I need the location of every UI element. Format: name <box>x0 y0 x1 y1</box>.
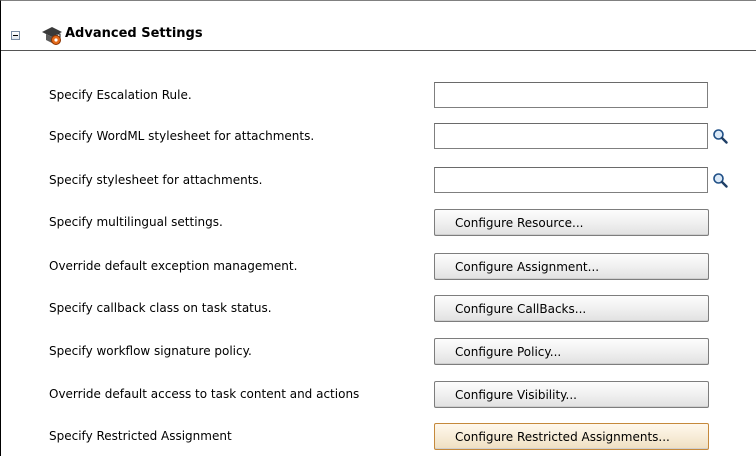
collapse-toggle-icon[interactable] <box>11 31 20 40</box>
escalation-rule-label: Specify Escalation Rule. <box>49 88 192 102</box>
settings-cap-icon <box>42 27 62 45</box>
restricted-assignment-row: Specify Restricted Assignment Configure … <box>1 423 756 451</box>
search-icon[interactable] <box>712 128 728 144</box>
stylesheet-row: Specify stylesheet for attachments. <box>1 167 756 195</box>
wordml-stylesheet-input[interactable] <box>434 123 708 149</box>
wordml-stylesheet-label: Specify WordML stylesheet for attachment… <box>49 129 315 143</box>
restricted-assignment-label: Specify Restricted Assignment <box>49 429 232 443</box>
multilingual-label: Specify multilingual settings. <box>49 215 223 229</box>
stylesheet-input[interactable] <box>434 167 708 193</box>
access-row: Override default access to task content … <box>1 381 756 409</box>
configure-policy-button[interactable]: Configure Policy... <box>434 338 709 365</box>
stylesheet-label: Specify stylesheet for attachments. <box>49 173 263 187</box>
signature-policy-row: Specify workflow signature policy. Confi… <box>1 338 756 366</box>
section-title: Advanced Settings <box>65 26 203 41</box>
configure-assignment-button[interactable]: Configure Assignment... <box>434 253 709 280</box>
signature-policy-label: Specify workflow signature policy. <box>49 344 252 358</box>
section-header: Advanced Settings <box>1 18 756 51</box>
configure-callbacks-button[interactable]: Configure CallBacks... <box>434 295 709 322</box>
escalation-rule-row: Specify Escalation Rule. <box>1 82 756 110</box>
configure-visibility-button[interactable]: Configure Visibility... <box>434 381 709 408</box>
multilingual-row: Specify multilingual settings. Configure… <box>1 209 756 237</box>
configure-resource-button[interactable]: Configure Resource... <box>434 209 709 236</box>
search-icon[interactable] <box>712 172 728 188</box>
advanced-settings-panel: Advanced Settings Specify Escalation Rul… <box>0 0 756 456</box>
escalation-rule-input[interactable] <box>434 82 708 108</box>
callback-row: Specify callback class on task status. C… <box>1 295 756 323</box>
wordml-stylesheet-row: Specify WordML stylesheet for attachment… <box>1 123 756 151</box>
exception-management-label: Override default exception management. <box>49 259 298 273</box>
callback-label: Specify callback class on task status. <box>49 301 272 315</box>
access-label: Override default access to task content … <box>49 387 360 401</box>
exception-management-row: Override default exception management. C… <box>1 253 756 281</box>
configure-restricted-assignments-button[interactable]: Configure Restricted Assignments... <box>434 423 709 450</box>
